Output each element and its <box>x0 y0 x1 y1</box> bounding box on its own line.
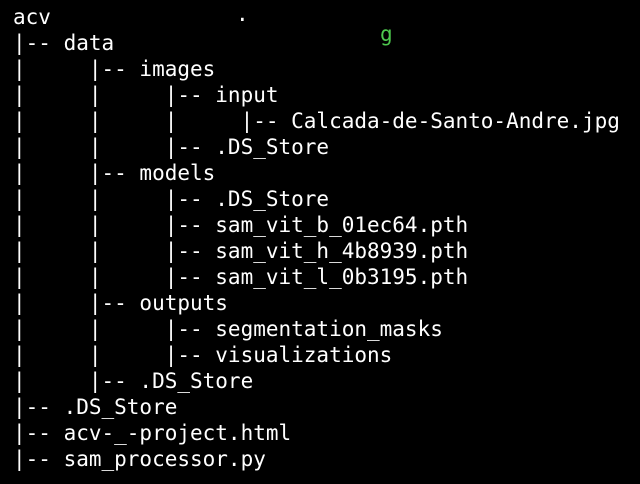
tree-line-model-b: | | |-- sam_vit_b_01ec64.pth <box>13 213 469 237</box>
tree-line-models-ds-store: | | |-- .DS_Store <box>13 187 330 211</box>
terminal-window: . g acv |-- data | |-- images | | |-- in… <box>0 0 640 484</box>
tree-line-model-l: | | |-- sam_vit_l_0b3195.pth <box>13 265 469 289</box>
tree-line-input: | | |-- input <box>13 83 279 107</box>
tree-line-outputs: | |-- outputs <box>13 291 228 315</box>
tree-line-data: |-- data <box>13 31 115 55</box>
tree-line-jpg-file: | | | |-- Calcada-de-Santo-Andre.jpg <box>13 109 620 133</box>
tree-line-python-file: |-- sam_processor.py <box>13 447 266 471</box>
tree-line-visualizations: | | |-- visualizations <box>13 343 393 367</box>
tree-line-data-ds-store: | |-- .DS_Store <box>13 369 254 393</box>
tree-line-html-file: |-- acv-_-project.html <box>13 421 292 445</box>
tree-line-model-h: | | |-- sam_vit_h_4b8939.pth <box>13 239 469 263</box>
tree-line-models: | |-- models <box>13 161 216 185</box>
tree-line-segmentation-masks: | | |-- segmentation_masks <box>13 317 443 341</box>
tree-line-images: | |-- images <box>13 57 216 81</box>
tree-line-root-ds-store: |-- .DS_Store <box>13 395 178 419</box>
tree-root: acv <box>13 5 51 29</box>
tree-line-images-ds-store: | | |-- .DS_Store <box>13 135 330 159</box>
